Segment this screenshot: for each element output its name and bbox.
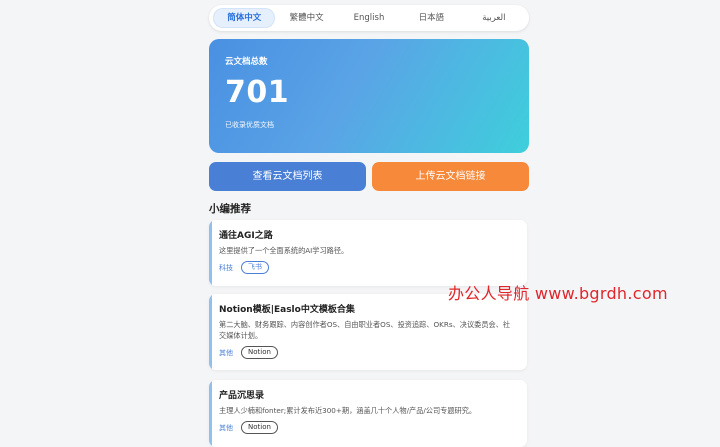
item-category[interactable]: 科技 <box>219 263 233 273</box>
list-item[interactable]: 通往AGI之路 这里提供了一个全面系统的AI学习路径。 科技 飞书 <box>209 220 527 286</box>
doc-count-value: 701 <box>225 75 290 110</box>
item-platform-tag[interactable]: Notion <box>241 346 278 359</box>
lang-tab-zh-hans[interactable]: 简体中文 <box>213 8 276 28</box>
item-title: 产品沉思录 <box>219 391 265 401</box>
item-title: 通往AGI之路 <box>219 231 273 241</box>
page: 简体中文 繁體中文 English 日本語 العربية 云文档总数 701 … <box>0 0 720 447</box>
item-platform-tag[interactable]: 飞书 <box>241 261 269 274</box>
language-switcher: 简体中文 繁體中文 English 日本語 العربية <box>209 5 529 31</box>
doc-count-subtitle: 已收录优质文档 <box>225 121 274 129</box>
item-desc: 这里提供了一个全面系统的AI学习路径。 <box>219 246 349 255</box>
doc-count-card: 云文档总数 701 已收录优质文档 <box>209 39 529 153</box>
item-desc: 主理人少楠和fonter;累计发布近300+期，涵盖几十个人物/产品/公司专题研… <box>219 406 477 415</box>
upload-doc-link-button[interactable]: 上传云文档链接 <box>372 162 529 191</box>
doc-count-label: 云文档总数 <box>225 57 268 67</box>
section-title-recommended: 小编推荐 <box>209 203 251 215</box>
item-tags: 其他 Notion <box>219 346 517 359</box>
item-category[interactable]: 其他 <box>219 423 233 433</box>
lang-tab-japanese[interactable]: 日本語 <box>400 8 462 28</box>
item-category[interactable]: 其他 <box>219 348 233 358</box>
item-tags: 科技 飞书 <box>219 261 517 274</box>
site-watermark: 办公人导航 www.bgrdh.com <box>448 284 668 303</box>
lang-tab-arabic[interactable]: العربية <box>463 8 525 28</box>
lang-tab-zh-hant[interactable]: 繁體中文 <box>275 8 337 28</box>
item-tags: 其他 Notion <box>219 421 517 434</box>
view-doc-list-button[interactable]: 查看云文档列表 <box>209 162 366 191</box>
item-desc: 第二大脑、财务跟踪、内容创作者OS、自由职业者OS、投资追踪、OKRs、决议委员… <box>219 320 511 340</box>
lang-tab-english[interactable]: English <box>338 8 400 28</box>
list-item[interactable]: Notion模板|Easlo中文模板合集 第二大脑、财务跟踪、内容创作者OS、自… <box>209 294 527 370</box>
item-platform-tag[interactable]: Notion <box>241 421 278 434</box>
list-item[interactable]: 产品沉思录 主理人少楠和fonter;累计发布近300+期，涵盖几十个人物/产品… <box>209 380 527 447</box>
